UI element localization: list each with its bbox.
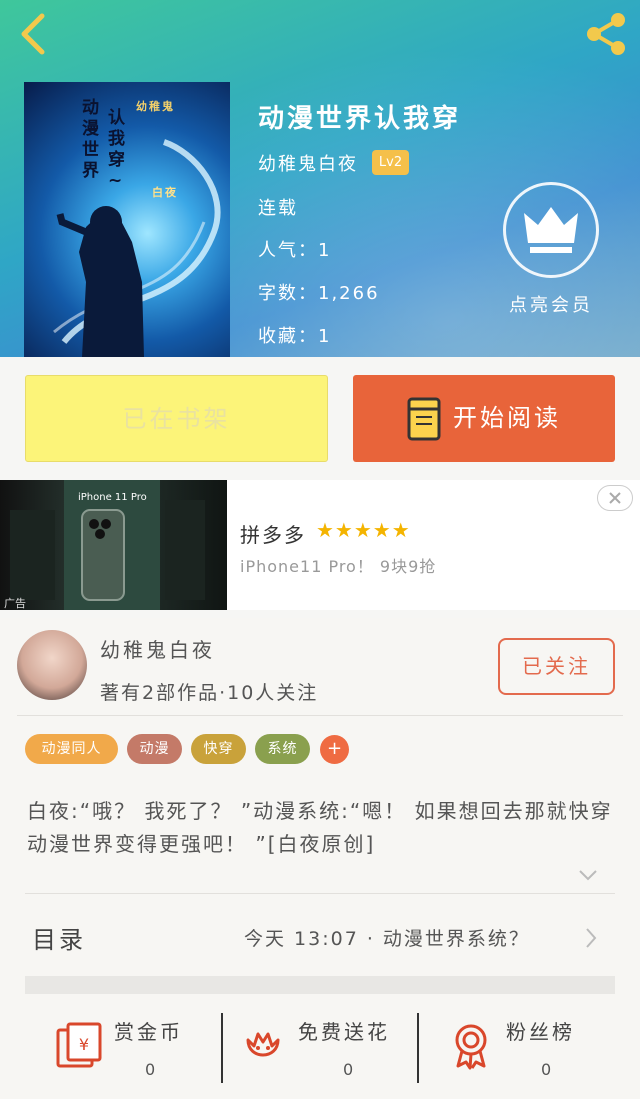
vip-label[interactable]: 点亮会员 <box>509 291 593 317</box>
start-reading-label: 开始阅读 <box>453 404 561 432</box>
tag-quick-transmigration[interactable]: 快穿 <box>191 734 246 764</box>
start-reading-button[interactable]: 开始阅读 <box>353 375 615 462</box>
tag-doujin[interactable]: 动漫同人 <box>25 734 118 764</box>
cover-title-col1: 动漫世界 <box>82 98 101 181</box>
author-level-badge: Lv2 <box>372 150 409 175</box>
book-title: 动漫世界认我穿 <box>258 104 462 134</box>
back-button[interactable] <box>14 12 54 56</box>
ad-banner[interactable]: iPhone 11 Pro 广告 <box>0 480 640 610</box>
ad-tag: 广告 <box>4 597 26 610</box>
book-icon <box>407 397 441 441</box>
crown-icon <box>524 207 578 253</box>
book-cover[interactable]: 动漫世界 认我穿~ 幼稚鬼 白夜 <box>24 82 230 357</box>
reward-count: 0 <box>145 1060 156 1079</box>
divider <box>17 715 623 716</box>
ad-rating-stars: ★★★★★ <box>316 518 411 542</box>
reward-coins-button[interactable]: ¥ 赏金币 0 <box>54 1010 214 1090</box>
chevron-down-icon <box>579 870 597 881</box>
medal-icon <box>455 1024 487 1070</box>
send-flower-button[interactable]: 免费送花 0 <box>238 1010 408 1090</box>
ad-image[interactable]: iPhone 11 Pro 广告 <box>0 480 227 610</box>
separator <box>221 1013 223 1083</box>
book-status: 连载 <box>258 198 298 219</box>
flower-label: 免费送花 <box>298 1020 390 1044</box>
follow-button[interactable]: 已关注 <box>498 638 615 695</box>
add-tag-button[interactable]: + <box>320 735 349 764</box>
red-envelope-icon: ¥ <box>56 1022 102 1068</box>
ad-description[interactable]: iPhone11 Pro！ 9块9抢 <box>240 553 436 577</box>
author-avatar[interactable] <box>17 630 87 700</box>
latest-chapter[interactable]: 今天 13:07 · 动漫世界系统？ <box>244 924 530 951</box>
ad-brand[interactable]: 拼多多 <box>240 519 306 548</box>
book-author[interactable]: 幼稚鬼白夜 <box>258 150 358 176</box>
fans-label: 粉丝榜 <box>506 1020 575 1044</box>
flower-icon <box>246 1032 280 1057</box>
share-icon <box>587 13 625 55</box>
book-description: 白夜:“哦？ 我死了？ ”动漫系统:“嗯！ 如果想回去那就快穿动漫世界变得更强吧… <box>27 799 613 856</box>
flower-count: 0 <box>343 1060 354 1079</box>
close-icon <box>609 492 621 504</box>
chevron-left-icon <box>21 13 45 55</box>
tag-anime[interactable]: 动漫 <box>127 734 182 764</box>
toc-chevron[interactable] <box>584 927 598 949</box>
svg-text:¥: ¥ <box>79 1035 89 1054</box>
on-shelf-button[interactable]: 已在书架 <box>25 375 328 462</box>
ad-close-button[interactable] <box>597 485 633 511</box>
book-word-count: 字数：1,266 <box>258 283 380 304</box>
separator <box>417 1013 419 1083</box>
expand-description-button[interactable] <box>578 867 598 881</box>
book-popularity: 人气：1 <box>258 240 332 261</box>
tag-system[interactable]: 系统 <box>255 734 310 764</box>
cover-author-tag: 幼稚鬼 <box>136 100 175 113</box>
toc-label[interactable]: 目录 <box>32 920 86 955</box>
fans-ranking-button[interactable]: 粉丝榜 0 <box>446 1010 616 1090</box>
author-name[interactable]: 幼稚鬼白夜 <box>100 634 215 663</box>
author-stats: 著有2部作品·10人关注 <box>100 682 319 704</box>
cover-title-col2: 认我穿~ <box>108 108 127 191</box>
share-button[interactable] <box>582 10 630 58</box>
chevron-right-icon <box>586 928 597 948</box>
ad-image-label: iPhone 11 Pro <box>78 492 147 503</box>
cover-author-name: 白夜 <box>152 186 178 199</box>
book-favorites: 收藏：1 <box>258 326 332 347</box>
reward-label: 赏金币 <box>114 1020 183 1044</box>
section-separator <box>25 976 615 994</box>
divider <box>25 893 615 894</box>
fans-count: 0 <box>541 1060 552 1079</box>
vip-button[interactable] <box>503 182 599 278</box>
